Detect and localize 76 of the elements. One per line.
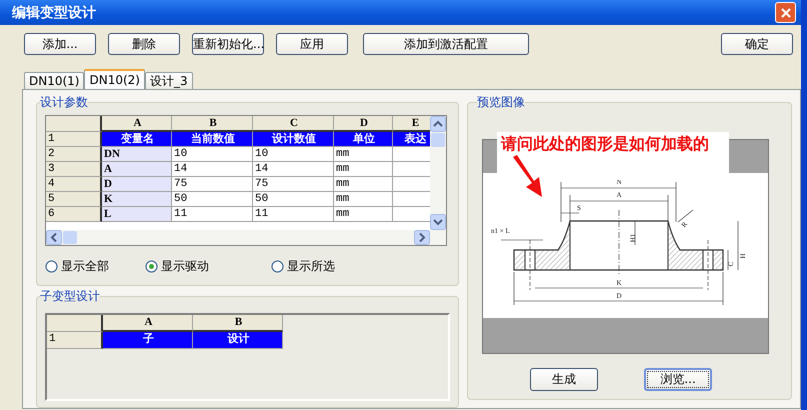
table-cell: 变量名 — [102, 132, 172, 147]
table-cell: mm — [334, 147, 393, 162]
table-cell: mm — [334, 192, 393, 207]
table-cell: 设计 — [193, 332, 283, 349]
table-cell: mm — [334, 162, 393, 177]
table-cell: 14 — [253, 162, 334, 177]
row-header: 6 — [46, 207, 102, 222]
close-icon — [780, 6, 792, 18]
ok-button[interactable]: 确定 — [721, 33, 793, 55]
close-button[interactable] — [775, 2, 796, 23]
table-cell: 75 — [172, 177, 253, 192]
radio-option[interactable]: 显示所选 — [271, 258, 335, 275]
table-cell: mm — [334, 207, 393, 222]
column-header: D — [334, 116, 393, 132]
table-cell: 50 — [253, 192, 334, 207]
scroll-thumb[interactable] — [63, 231, 77, 244]
table-cell: A — [102, 162, 172, 177]
toolbar-button[interactable]: 重新初始化... — [192, 33, 264, 55]
row-header: 1 — [46, 132, 102, 147]
radio-option[interactable]: 显示驱动 — [145, 258, 271, 275]
scroll-thumb[interactable] — [431, 133, 445, 147]
table-cell: 单位 — [334, 132, 393, 147]
row-header: 3 — [46, 162, 102, 177]
row-header: 1 — [47, 332, 103, 349]
table-cell: 表达 — [393, 132, 430, 147]
horizontal-scrollbar[interactable] — [46, 230, 446, 245]
toolbar-button[interactable]: 添加到激活配置 — [363, 33, 529, 55]
table-cell: 10 — [253, 147, 334, 162]
tab[interactable]: DN10(2) — [84, 69, 145, 89]
tab[interactable]: DN10(1) — [24, 72, 84, 89]
table-cell: 14 — [172, 162, 253, 177]
radio-button[interactable] — [271, 260, 284, 273]
table-cell: D — [102, 177, 172, 192]
radio-button[interactable] — [145, 260, 158, 273]
scroll-right-icon[interactable] — [414, 230, 430, 245]
radio-button[interactable] — [45, 260, 58, 273]
column-header: A — [102, 116, 172, 132]
table-cell: 当前数值 — [172, 132, 253, 147]
preview-button[interactable]: 浏览... — [644, 368, 712, 391]
toolbar-button[interactable]: 删除 — [108, 33, 180, 55]
table-cell: L — [102, 207, 172, 222]
table-cell: K — [102, 192, 172, 207]
annotation-note: 请问此处的图形是如何加载的 — [497, 132, 730, 180]
table-cell: 11 — [172, 207, 253, 222]
table-cell: 子 — [103, 332, 193, 349]
table-cell: 11 — [253, 207, 334, 222]
corner-cell — [46, 116, 102, 132]
scroll-up-icon[interactable] — [430, 116, 446, 132]
row-header: 2 — [46, 147, 102, 162]
table-cell: 50 — [172, 192, 253, 207]
table-cell: 10 — [172, 147, 253, 162]
toolbar-button[interactable]: 应用 — [276, 33, 348, 55]
table-cell: mm — [334, 177, 393, 192]
column-header: A — [103, 315, 193, 332]
group-title: 子变型设计 — [40, 288, 100, 305]
table-cell: 设计数值 — [253, 132, 334, 147]
column-header: B — [193, 315, 283, 332]
group-title: 设计参数 — [40, 94, 88, 111]
radio-option[interactable]: 显示全部 — [45, 258, 145, 275]
arrow-icon — [510, 155, 544, 199]
scroll-down-icon[interactable] — [430, 214, 446, 230]
row-header: 5 — [46, 192, 102, 207]
table-cell: DN — [102, 147, 172, 162]
window-title: 编辑变型设计 — [12, 4, 97, 22]
corner-cell — [47, 315, 103, 332]
toolbar-button[interactable]: 添加... — [24, 33, 96, 55]
column-header: C — [253, 116, 334, 132]
scroll-left-icon[interactable] — [46, 230, 62, 245]
vertical-scrollbar[interactable] — [430, 116, 446, 230]
tab[interactable]: 设计_3 — [144, 72, 193, 89]
preview-button[interactable]: 生成 — [530, 368, 598, 391]
table-cell: 75 — [253, 177, 334, 192]
column-header: E — [393, 116, 430, 132]
column-header: B — [172, 116, 253, 132]
row-header: 4 — [46, 177, 102, 192]
group-title: 预览图像 — [477, 94, 526, 111]
